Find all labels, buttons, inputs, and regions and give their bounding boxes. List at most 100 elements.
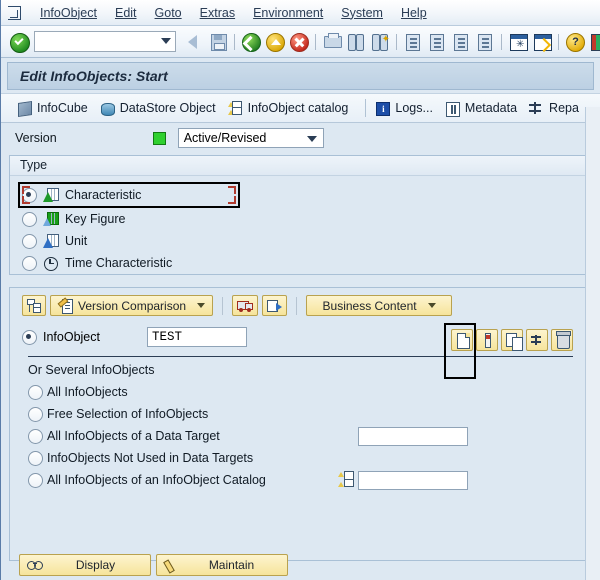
app-button-label: Logs... [395, 101, 433, 115]
radio-button[interactable] [28, 472, 43, 488]
data-target-input[interactable] [358, 426, 468, 446]
radio-button[interactable] [22, 211, 37, 227]
radio-button[interactable] [22, 187, 37, 203]
help-icon[interactable]: ? [564, 31, 586, 53]
menu-item-system[interactable]: System [332, 4, 392, 22]
chevron-down-icon[interactable] [161, 38, 171, 44]
app-button-infoobject-catalog[interactable]: InfoObject catalog [226, 99, 359, 118]
save-icon[interactable] [207, 31, 229, 53]
radio-option-free-selection[interactable]: Free Selection of InfoObjects [28, 403, 591, 425]
find-icon[interactable] [345, 31, 367, 53]
radio-option-key-figure[interactable]: Key Figure [10, 208, 591, 230]
delete-button[interactable] [551, 329, 573, 351]
radio-option-all-infoobjects[interactable]: All InfoObjects [28, 381, 591, 403]
window-menu-icon[interactable] [5, 4, 25, 22]
repair-button[interactable] [526, 329, 548, 351]
app-button-datastore-object[interactable]: DataStore Object [98, 99, 226, 118]
standard-toolbar: ✦ ✳ ? [1, 26, 600, 58]
radio-option-data-target[interactable]: All InfoObjects of a Data Target [28, 425, 591, 447]
radio-option-unit[interactable]: Unit [10, 230, 591, 252]
several-infoobjects-section: Or Several InfoObjects All InfoObjects F… [10, 357, 591, 491]
cancel-globe-icon[interactable] [288, 31, 310, 53]
version-row: Version Active/Revised [9, 123, 592, 153]
radio-button[interactable] [28, 384, 43, 400]
repair-wrench-icon [531, 335, 544, 345]
back-globe-icon[interactable] [240, 31, 262, 53]
app-button-logs[interactable]: i Logs... [373, 99, 443, 118]
exit-globe-icon[interactable] [264, 31, 286, 53]
chevron-down-icon[interactable] [197, 303, 206, 308]
infoobject-input[interactable]: TEST [147, 327, 247, 347]
menu-label-goto: Goto [154, 5, 182, 20]
version-status-indicator [152, 131, 166, 145]
menu-item-infoobject[interactable]: InfoObject [31, 4, 106, 22]
radio-option-catalog[interactable]: All InfoObjects of an InfoObject Catalog [28, 469, 591, 491]
command-field[interactable] [34, 31, 176, 52]
app-button-label: InfoCube [37, 101, 88, 115]
radio-label: All InfoObjects [47, 385, 128, 399]
radio-button[interactable] [28, 406, 43, 422]
version-comparison-icon [57, 296, 73, 314]
menu-item-environment[interactable]: Environment [244, 4, 332, 22]
menu-item-extras[interactable]: Extras [191, 4, 244, 22]
app-button-infocube[interactable]: InfoCube [15, 99, 98, 118]
back-arrow-icon[interactable] [183, 31, 205, 53]
copy-button[interactable] [501, 329, 523, 351]
radio-button[interactable] [22, 233, 37, 249]
application-toolbar: InfoCube DataStore Object InfoObject cat… [1, 93, 600, 123]
business-content-button[interactable]: Business Content [306, 295, 453, 316]
create-button[interactable] [451, 329, 473, 351]
vertical-scrollbar[interactable] [585, 107, 600, 580]
radio-button[interactable] [22, 255, 37, 271]
chevron-down-icon[interactable] [427, 303, 436, 308]
first-page-icon[interactable] [402, 31, 424, 53]
radio-button[interactable] [28, 428, 43, 444]
display-button[interactable]: Display [19, 554, 151, 576]
chevron-down-icon[interactable] [306, 136, 317, 142]
version-comparison-label: Version Comparison [78, 298, 187, 313]
toolbar-divider [222, 296, 224, 315]
maintain-button[interactable]: Maintain [156, 554, 288, 576]
infoobject-catalog-icon [338, 471, 354, 487]
menu-item-edit[interactable]: Edit [106, 4, 146, 22]
radio-button-infoobject[interactable] [22, 329, 37, 345]
find-next-icon[interactable]: ✦ [369, 31, 391, 53]
transport-truck-button[interactable] [232, 295, 259, 316]
toolbar-divider [234, 33, 235, 50]
last-page-icon[interactable] [474, 31, 496, 53]
create-shortcut-icon[interactable] [531, 31, 553, 53]
app-button-metadata[interactable]: Metadata [443, 99, 527, 118]
enter-check-icon[interactable] [8, 31, 30, 53]
menu-item-goto[interactable]: Goto [146, 4, 191, 22]
previous-page-icon[interactable] [426, 31, 448, 53]
radio-label: All InfoObjects of a Data Target [47, 429, 220, 443]
radio-option-not-used[interactable]: InfoObjects Not Used in Data Targets [28, 447, 591, 469]
app-button-label: DataStore Object [119, 101, 216, 115]
catalog-input[interactable] [358, 470, 468, 490]
next-page-icon[interactable] [450, 31, 472, 53]
type-group-options: Characteristic Key Figure Unit Time Char… [10, 176, 591, 282]
customize-local-layout-icon[interactable] [588, 31, 600, 53]
version-comparison-button[interactable]: Version Comparison [50, 295, 214, 316]
transport-connection-icon [267, 299, 283, 312]
infocube-icon [17, 100, 32, 117]
menu-item-help[interactable]: Help [392, 4, 436, 22]
transport-connection-button[interactable] [262, 295, 288, 316]
selection-panel: Version Comparison Business Content Info… [9, 287, 592, 561]
radio-button[interactable] [28, 450, 43, 466]
metadata-icon [445, 101, 460, 117]
print-icon[interactable] [321, 31, 343, 53]
radio-option-characteristic[interactable]: Characteristic [10, 182, 591, 208]
radio-label: Time Characteristic [65, 256, 173, 270]
create-session-icon[interactable]: ✳ [507, 31, 529, 53]
change-button[interactable] [476, 329, 498, 351]
action-button-bar: Version Comparison Business Content [10, 288, 591, 323]
business-content-label: Business Content [322, 298, 417, 313]
toolbar-divider [365, 99, 367, 117]
change-pencil-icon [485, 333, 491, 348]
type-group-panel: Type Characteristic Key Figure Unit Time… [9, 155, 592, 275]
hierarchy-button[interactable] [22, 295, 46, 316]
version-select[interactable]: Active/Revised [177, 128, 324, 148]
radio-option-time-characteristic[interactable]: Time Characteristic [10, 252, 591, 274]
app-button-repair[interactable]: Repa [527, 99, 589, 118]
